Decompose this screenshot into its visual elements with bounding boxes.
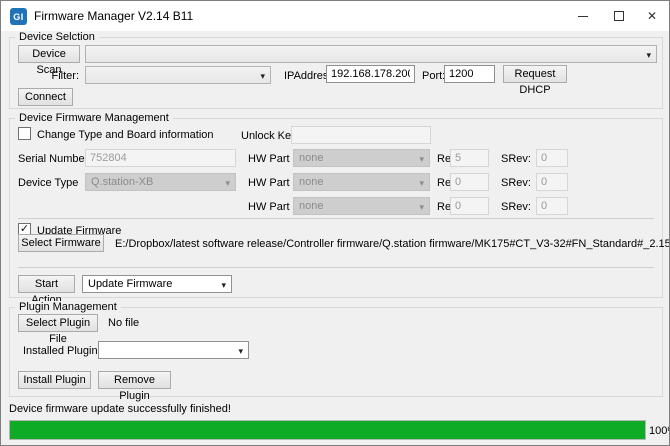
- status-message: Device firmware update successfully fini…: [9, 403, 231, 415]
- separator: [18, 218, 654, 219]
- maximize-icon: [614, 11, 624, 21]
- srev-2-label: SRev:: [501, 177, 531, 189]
- hw-part-2-value: none: [299, 176, 323, 188]
- serial-number-label: Serial Number:: [18, 153, 91, 165]
- chevron-down-icon: ▾: [419, 200, 424, 215]
- device-type-combobox: Q.station-XB ▾: [85, 173, 236, 191]
- ip-address-input[interactable]: [326, 65, 415, 83]
- rev-3-input: [450, 197, 489, 215]
- srev-1-label: SRev:: [501, 153, 531, 165]
- chevron-down-icon: ▾: [646, 48, 651, 63]
- firmware-path-text: E:/Dropbox/latest software release/Contr…: [115, 238, 670, 250]
- hw-part-1-combobox: none ▾: [293, 149, 430, 167]
- device-type-value: Q.station-XB: [91, 176, 153, 188]
- firmware-manager-window: GI Firmware Manager V2.14 B11 ✕ Device S…: [0, 0, 670, 446]
- action-combobox-value: Update Firmware: [88, 278, 172, 290]
- chevron-down-icon: ▾: [419, 176, 424, 191]
- window-title: Firmware Manager V2.14 B11: [34, 9, 193, 23]
- chevron-down-icon: ▾: [260, 69, 265, 84]
- select-firmware-button[interactable]: Select Firmware: [18, 234, 104, 252]
- request-dhcp-button[interactable]: Request DHCP: [503, 65, 567, 83]
- installed-plugins-combobox[interactable]: ▾: [98, 341, 249, 359]
- maximize-button[interactable]: [601, 1, 637, 31]
- change-type-checkbox[interactable]: [18, 127, 31, 140]
- title-bar: GI Firmware Manager V2.14 B11 ✕: [1, 1, 669, 31]
- srev-3-input: [536, 197, 568, 215]
- filter-combobox[interactable]: ▾: [85, 66, 271, 84]
- plugin-file-value: No file: [108, 317, 139, 329]
- port-input[interactable]: [444, 65, 495, 83]
- serial-number-input: [85, 149, 236, 167]
- srev-1-input: [536, 149, 568, 167]
- chevron-down-icon: ▾: [419, 152, 424, 167]
- srev-2-input: [536, 173, 568, 191]
- hw-part-2-combobox: none ▾: [293, 173, 430, 191]
- rev-1-input: [450, 149, 489, 167]
- device-selection-group-label: Device Selction: [15, 31, 99, 44]
- start-action-button[interactable]: Start Action: [18, 275, 75, 293]
- filter-label: Filter:: [21, 70, 79, 82]
- device-type-label: Device Type: [18, 177, 78, 189]
- plugin-management-group-label: Plugin Management: [15, 301, 121, 314]
- progress-bar: [9, 420, 646, 440]
- progress-bar-fill: [10, 421, 645, 439]
- connect-button[interactable]: Connect: [18, 88, 73, 106]
- chevron-down-icon: ▾: [221, 278, 226, 293]
- firmware-management-group-label: Device Firmware Management: [15, 112, 173, 125]
- installed-plugins-label: Installed Plugins: [23, 345, 103, 357]
- close-button[interactable]: ✕: [634, 1, 670, 31]
- app-icon: GI: [10, 8, 27, 25]
- hw-part-1-value: none: [299, 152, 323, 164]
- progress-percent-label: 100%: [649, 425, 670, 437]
- remove-plugin-button[interactable]: Remove Plugin: [98, 371, 171, 389]
- separator: [18, 267, 654, 268]
- hw-part-3-value: none: [299, 200, 323, 212]
- minimize-button[interactable]: [565, 1, 601, 31]
- srev-3-label: SRev:: [501, 201, 531, 213]
- hw-part-3-combobox: none ▾: [293, 197, 430, 215]
- close-icon: ✕: [647, 10, 657, 22]
- unlock-key-input: [291, 126, 431, 144]
- change-type-checkbox-label: Change Type and Board information: [37, 129, 214, 141]
- select-plugin-file-button[interactable]: Select Plugin File: [18, 314, 98, 332]
- chevron-down-icon: ▾: [238, 344, 243, 359]
- chevron-down-icon: ▾: [225, 176, 230, 191]
- install-plugin-button[interactable]: Install Plugin: [18, 371, 91, 389]
- device-scan-button[interactable]: Device Scan: [18, 45, 80, 63]
- minimize-icon: [578, 16, 588, 17]
- rev-2-input: [450, 173, 489, 191]
- device-combobox[interactable]: ▾: [85, 45, 657, 63]
- port-label: Port:: [422, 70, 445, 82]
- action-combobox[interactable]: Update Firmware ▾: [82, 275, 232, 293]
